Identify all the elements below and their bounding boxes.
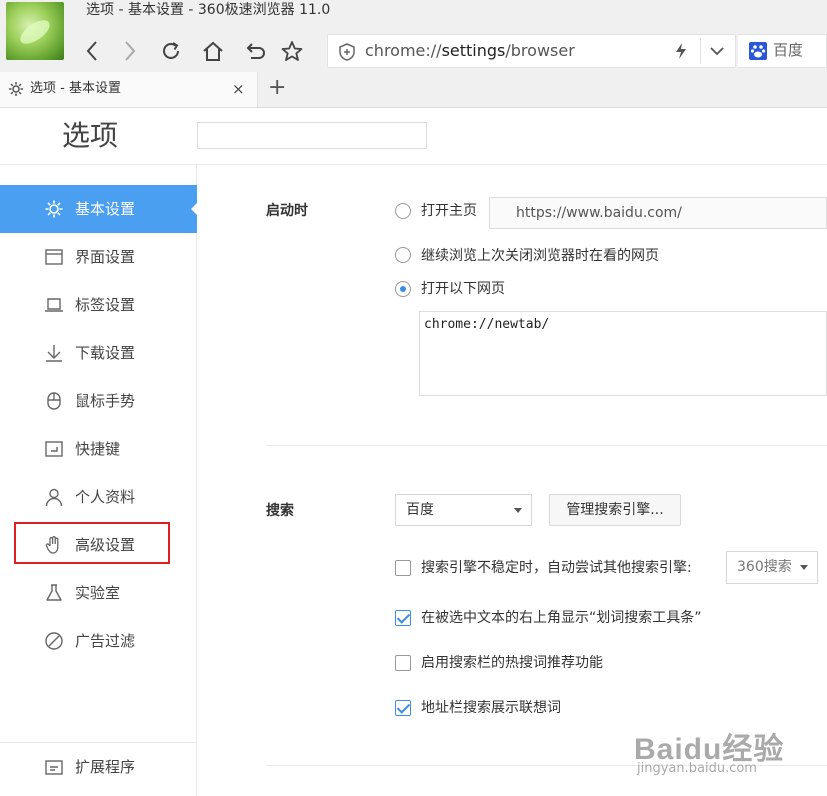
hot-words-checkbox[interactable] xyxy=(395,655,411,671)
continue-session-radio[interactable] xyxy=(395,247,411,263)
home-url-field[interactable]: https://www.baidu.com/ xyxy=(489,197,827,229)
home-button[interactable] xyxy=(199,38,227,64)
fallback-engine-label: 搜索引擎不稳定时，自动尝试其他搜索引擎: xyxy=(421,560,692,576)
settings-search-input[interactable] xyxy=(197,122,427,149)
forward-arrow-icon xyxy=(125,41,136,61)
download-icon xyxy=(46,345,62,362)
sidebar-item-label: 基本设置 xyxy=(75,200,136,218)
show-search-toolbar-checkbox[interactable] xyxy=(395,610,411,626)
person-icon xyxy=(45,488,63,507)
show-search-toolbar-label: 在被选中文本的右上角显示“划词搜索工具条” xyxy=(421,610,702,626)
sidebar-item-extensions[interactable]: 扩展程序 xyxy=(0,743,197,791)
forward-button[interactable] xyxy=(116,38,144,64)
extension-icon xyxy=(45,760,63,775)
highlight-annotation xyxy=(14,522,170,564)
sidebar: 基本设置 界面设置 标签设置 下载设置 鼠标手势 快捷键 个人资料 高级设置 实… xyxy=(0,165,197,796)
fallback-engine-select[interactable]: 360搜索 xyxy=(726,551,818,584)
home-icon xyxy=(203,41,223,61)
sidebar-item-labs[interactable]: 实验室 xyxy=(0,569,197,617)
baidu-paw-icon xyxy=(749,42,767,60)
star-icon xyxy=(281,41,303,61)
sidebar-item-label: 扩展程序 xyxy=(75,758,136,776)
shield-icon xyxy=(339,43,355,61)
reload-button[interactable] xyxy=(157,38,185,64)
sidebar-item-label: 标签设置 xyxy=(75,296,136,314)
block-icon xyxy=(45,632,63,650)
dropdown-caret-icon xyxy=(514,508,522,513)
fallback-engine-checkbox[interactable] xyxy=(395,560,411,576)
search-engine-label: 百度 xyxy=(773,41,804,59)
sidebar-item-label: 界面设置 xyxy=(75,248,136,266)
page-title: 选项 xyxy=(62,119,119,152)
watermark-url: jingyan.baidu.com xyxy=(637,761,757,776)
search-section-label: 搜索 xyxy=(266,503,294,519)
undo-close-button[interactable] xyxy=(240,38,268,64)
search-engine-select[interactable]: 百度 xyxy=(395,494,532,526)
gear-icon xyxy=(45,200,63,218)
address-suggest-checkbox[interactable] xyxy=(395,700,411,716)
sidebar-divider xyxy=(0,742,197,743)
search-engine-value: 百度 xyxy=(406,502,434,518)
bookmark-button[interactable] xyxy=(278,38,306,64)
window-title: 选项 - 基本设置 - 360极速浏览器 11.0 xyxy=(86,2,331,18)
sidebar-item-label: 下载设置 xyxy=(75,344,136,362)
gear-icon xyxy=(9,82,23,96)
sidebar-item-label: 实验室 xyxy=(75,584,121,602)
sidebar-item-shortcuts[interactable]: 快捷键 xyxy=(0,425,197,473)
tab-title: 选项 - 基本设置 xyxy=(30,81,121,96)
mouse-icon xyxy=(47,392,61,410)
open-home-label: 打开主页 xyxy=(421,203,477,219)
reload-icon xyxy=(163,42,179,59)
section-divider xyxy=(266,445,827,446)
tab-icon xyxy=(45,298,63,312)
sidebar-item-downloads[interactable]: 下载设置 xyxy=(0,329,197,377)
sidebar-item-label: 个人资料 xyxy=(75,488,136,506)
dropdown-caret-icon xyxy=(800,565,808,570)
sidebar-item-interface[interactable]: 界面设置 xyxy=(0,233,197,281)
user-avatar[interactable] xyxy=(6,2,64,60)
back-arrow-icon xyxy=(86,41,97,61)
sidebar-item-label: 鼠标手势 xyxy=(75,392,136,410)
undo-icon xyxy=(246,43,265,59)
open-pages-label: 打开以下网页 xyxy=(421,281,505,297)
address-suggest-label: 地址栏搜索展示联想词 xyxy=(421,700,561,716)
sidebar-item-label: 广告过滤 xyxy=(75,632,136,650)
flask-icon xyxy=(46,584,62,601)
continue-session-label: 继续浏览上次关闭浏览器时在看的网页 xyxy=(421,248,659,264)
fallback-engine-value: 360搜索 xyxy=(737,559,792,575)
startup-section-label: 启动时 xyxy=(266,203,308,219)
shortcut-icon xyxy=(45,441,63,457)
hot-words-label: 启用搜索栏的热搜词推荐功能 xyxy=(421,655,603,671)
open-home-radio[interactable] xyxy=(395,203,411,219)
sidebar-item-profile[interactable]: 个人资料 xyxy=(0,473,197,521)
sidebar-item-mouse-gestures[interactable]: 鼠标手势 xyxy=(0,377,197,425)
url-text[interactable]: chrome://settings/browser xyxy=(365,40,575,62)
window-icon xyxy=(45,249,63,265)
back-button[interactable] xyxy=(78,38,106,64)
sidebar-item-tabs[interactable]: 标签设置 xyxy=(0,281,197,329)
address-separator xyxy=(700,38,701,64)
open-pages-radio[interactable] xyxy=(395,281,411,297)
chevron-down-icon[interactable] xyxy=(708,44,726,58)
lightning-icon[interactable] xyxy=(674,42,688,60)
new-tab-button[interactable]: + xyxy=(268,76,286,100)
sidebar-item-label: 快捷键 xyxy=(75,440,121,458)
sidebar-item-basic[interactable]: 基本设置 xyxy=(0,185,197,233)
tab-close-icon[interactable]: × xyxy=(232,80,245,98)
startup-pages-textarea[interactable]: chrome://newtab/ xyxy=(419,311,827,396)
manage-search-engines-button[interactable]: 管理搜索引擎... xyxy=(549,494,681,526)
sidebar-item-adblock[interactable]: 广告过滤 xyxy=(0,617,197,665)
